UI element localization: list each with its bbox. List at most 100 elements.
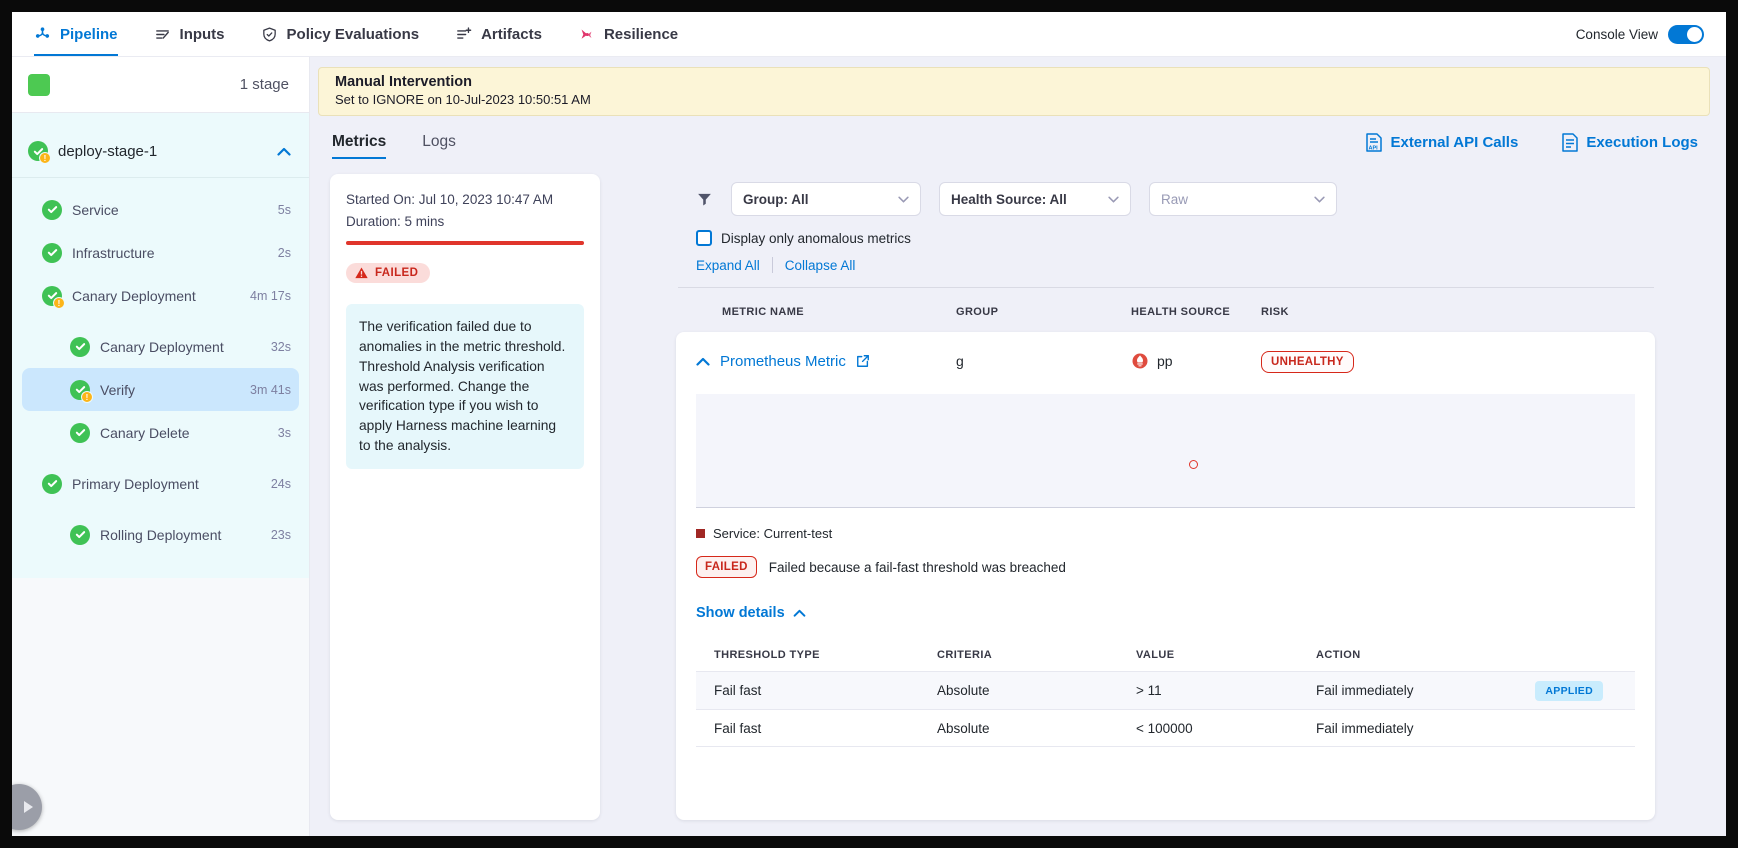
chevron-down-icon	[898, 196, 909, 203]
group-filter-dropdown[interactable]: Group: All	[731, 182, 921, 216]
nav-tab-inputs[interactable]: Inputs	[154, 12, 225, 56]
external-link-icon[interactable]	[856, 354, 870, 368]
nav-tab-label: Policy Evaluations	[287, 26, 420, 43]
divider	[678, 287, 1654, 288]
step-row[interactable]: ! Rolling Deployment 23s	[22, 513, 299, 556]
main-panel: Manual Intervention Set to IGNORE on 10-…	[310, 57, 1726, 836]
step-duration: 24s	[271, 477, 291, 491]
step-duration: 2s	[278, 246, 291, 260]
nav-tab-label: Artifacts	[481, 26, 542, 43]
step-label: Canary Deployment	[100, 339, 224, 355]
raw-filter-dropdown[interactable]: Raw	[1149, 182, 1337, 216]
threshold-row: Fail fast Absolute < 100000 Fail immedia…	[696, 709, 1635, 747]
header-criteria: CRITERIA	[937, 649, 1136, 661]
collapse-all-link[interactable]: Collapse All	[785, 258, 856, 273]
artifacts-icon	[455, 26, 472, 43]
step-status-icon: !	[70, 380, 90, 400]
show-details-link[interactable]: Show details	[696, 605, 1635, 621]
applied-badge: APPLIED	[1535, 681, 1603, 701]
step-duration: 23s	[271, 528, 291, 542]
step-duration: 32s	[271, 340, 291, 354]
step-label: Rolling Deployment	[100, 527, 221, 543]
nav-tab-resilience[interactable]: Resilience	[578, 12, 678, 56]
value-cell: > 11	[1136, 683, 1316, 698]
step-row[interactable]: ! Infrastructure 2s	[22, 231, 299, 274]
fail-reason-text: Failed because a fail-fast threshold was…	[769, 560, 1066, 575]
manual-intervention-banner: Manual Intervention Set to IGNORE on 10-…	[318, 67, 1710, 116]
step-duration: 4m 17s	[250, 289, 291, 303]
chevron-down-icon	[1108, 196, 1119, 203]
step-duration: 5s	[278, 203, 291, 217]
tab-logs[interactable]: Logs	[422, 116, 456, 168]
step-duration: 3s	[278, 426, 291, 440]
sidebar-empty-area	[12, 578, 309, 836]
banner-title: Manual Intervention	[335, 74, 1693, 90]
divider	[772, 257, 773, 273]
console-view-toggle[interactable]	[1668, 25, 1704, 44]
header-risk: RISK	[1261, 306, 1289, 318]
nav-tab-label: Inputs	[180, 26, 225, 43]
verification-summary-card: Started On: Jul 10, 2023 10:47 AM Durati…	[330, 174, 600, 820]
raw-filter-placeholder: Raw	[1161, 192, 1188, 207]
link-label: External API Calls	[1390, 134, 1518, 151]
toggle-knob	[1687, 27, 1702, 42]
stage-row-deploy-stage-1[interactable]: ! deploy-stage-1	[12, 125, 309, 177]
threshold-type-cell: Fail fast	[714, 683, 937, 698]
step-label: Primary Deployment	[72, 476, 199, 492]
chevron-up-icon[interactable]	[696, 357, 710, 366]
filter-funnel-icon	[696, 191, 713, 208]
header-value: VALUE	[1136, 649, 1316, 661]
action-cell: Fail immediately	[1316, 721, 1414, 736]
chevron-up-icon[interactable]	[277, 147, 291, 156]
metric-row: Prometheus Metric g	[676, 332, 1655, 390]
health-source-filter-dropdown[interactable]: Health Source: All	[939, 182, 1131, 216]
nav-tab-policy-evaluations[interactable]: Policy Evaluations	[261, 12, 420, 56]
threshold-type-cell: Fail fast	[714, 721, 937, 736]
step-label: Canary Deployment	[72, 288, 196, 304]
criteria-cell: Absolute	[937, 721, 1136, 736]
link-label: Execution Logs	[1586, 134, 1698, 151]
step-row[interactable]: ! Primary Deployment 24s	[22, 462, 299, 505]
step-status-icon: !	[42, 243, 62, 263]
metric-detail-card: Prometheus Metric g	[676, 332, 1655, 820]
action-cell: Fail immediately	[1316, 683, 1414, 698]
inputs-icon	[154, 26, 171, 43]
document-icon	[1562, 133, 1578, 152]
step-label: Canary Delete	[100, 425, 190, 441]
metric-name-link[interactable]: Prometheus Metric	[720, 353, 846, 370]
anomalous-metrics-checkbox[interactable]	[696, 230, 712, 246]
step-label: Service	[72, 202, 119, 218]
chevron-down-icon	[1314, 196, 1325, 203]
execution-logs-link[interactable]: Execution Logs	[1562, 133, 1698, 152]
anomalous-data-point-marker[interactable]	[1189, 460, 1198, 469]
expand-all-link[interactable]: Expand All	[696, 258, 760, 273]
nav-tabs: Pipeline Inputs Policy Evaluations	[34, 12, 678, 56]
header-health-source: HEALTH SOURCE	[1131, 306, 1261, 318]
step-row[interactable]: ! Service 5s	[22, 188, 299, 231]
step-row[interactable]: ! Verify 3m 41s	[22, 368, 299, 411]
failed-status-label: FAILED	[375, 267, 418, 279]
external-api-calls-link[interactable]: API External API Calls	[1366, 133, 1518, 152]
filter-row: Group: All Health Source: All Raw	[696, 182, 1700, 216]
nav-tab-artifacts[interactable]: Artifacts	[455, 12, 542, 56]
nav-tab-label: Resilience	[604, 26, 678, 43]
header-group: GROUP	[956, 306, 1131, 318]
nav-tab-label: Pipeline	[60, 26, 118, 43]
step-label: Infrastructure	[72, 245, 154, 261]
chart-legend: Service: Current-test	[696, 526, 1635, 541]
stage-status-square-icon	[28, 74, 50, 96]
anomalous-metrics-checkbox-row[interactable]: Display only anomalous metrics	[696, 230, 1700, 246]
detail-tabs: Metrics Logs API External API Calls	[310, 116, 1726, 168]
health-source-filter-value: Health Source: All	[951, 192, 1067, 207]
sidebar-header: 1 stage	[12, 57, 309, 113]
tab-metrics[interactable]: Metrics	[332, 116, 386, 168]
step-row[interactable]: ! Canary Deployment 32s	[22, 325, 299, 368]
nav-tab-pipeline[interactable]: Pipeline	[34, 12, 118, 56]
step-row[interactable]: ! Canary Delete 3s	[22, 411, 299, 454]
threshold-rows: Fail fast Absolute > 11 Fail immediately…	[696, 671, 1635, 747]
chevron-up-icon	[793, 609, 806, 617]
legend-label: Service: Current-test	[713, 526, 832, 541]
app-window: Pipeline Inputs Policy Evaluations	[12, 12, 1726, 836]
failed-progress-bar	[346, 241, 584, 245]
step-row[interactable]: ! Canary Deployment 4m 17s	[22, 274, 299, 317]
